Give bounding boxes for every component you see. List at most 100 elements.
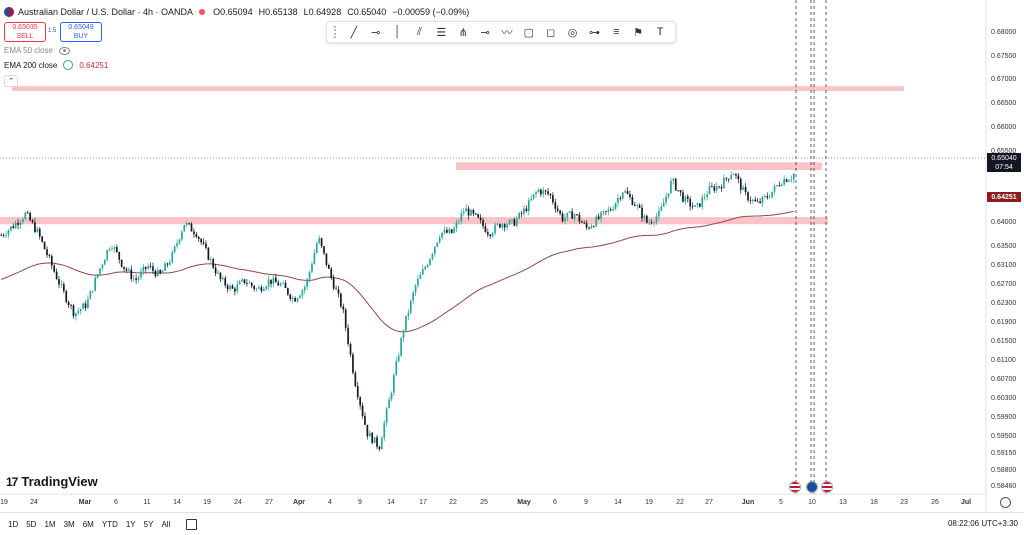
candle-body xyxy=(561,213,564,222)
calendar-icon[interactable] xyxy=(186,518,198,530)
buy-button[interactable]: 0.65049 BUY xyxy=(60,22,102,42)
fib-retracement-icon[interactable]: ☰ xyxy=(433,24,449,40)
drag-handle-icon[interactable] xyxy=(333,26,340,38)
symbol-title[interactable]: Australian Dollar / U.S. Dollar · 4h · O… xyxy=(18,7,193,17)
bottom-toolbar: 1D 5D 1M 3M 6M YTD 1Y 5Y All xyxy=(0,512,1024,535)
timeframe-ytd[interactable]: YTD xyxy=(102,520,118,529)
candle-body xyxy=(643,215,646,219)
candle-body xyxy=(549,193,552,196)
candle-body xyxy=(568,211,571,213)
vertical-line-icon[interactable]: │ xyxy=(390,24,406,40)
flag-icon[interactable]: ⚑ xyxy=(630,24,646,40)
settings-sliders-icon[interactable]: ≡ xyxy=(608,24,624,40)
ohlc-low: L0.64928 xyxy=(303,7,342,17)
candle-body xyxy=(771,191,773,198)
candle-body xyxy=(65,291,68,302)
candle-body xyxy=(82,303,84,310)
circle-icon[interactable]: ◎ xyxy=(565,24,581,40)
sell-price: 0.65035 xyxy=(12,24,38,31)
ema-50-legend[interactable]: EMA 50 close xyxy=(4,46,70,55)
candle-body xyxy=(229,285,231,290)
sell-button[interactable]: 0.65035 SELL xyxy=(4,22,46,42)
candle-body xyxy=(573,214,576,219)
candle-body xyxy=(24,212,27,220)
timeframe-6m[interactable]: 6M xyxy=(83,520,94,529)
timeframe-all[interactable]: All xyxy=(161,520,170,529)
rectangle-icon[interactable]: ▢ xyxy=(521,24,537,40)
visibility-icon[interactable] xyxy=(58,46,70,55)
candle-body xyxy=(101,264,104,269)
candle-body xyxy=(450,229,453,233)
candle-body xyxy=(272,277,275,284)
utc-clock[interactable]: 08:22:06 UTC+3:30 xyxy=(948,519,1018,528)
candle-body xyxy=(120,259,123,267)
candle-body xyxy=(552,195,554,203)
economic-event-us-icon-2[interactable] xyxy=(821,481,833,493)
candle-body xyxy=(330,268,333,278)
candle-body xyxy=(248,282,251,284)
candle-body xyxy=(46,249,48,256)
time-axis-label: 22 xyxy=(676,499,684,506)
text-icon[interactable]: T xyxy=(652,24,668,40)
drawing-toolbar: ╱ ⊸ │ ⫽ ☰ ⋔ ⊸ 〰 ▢ ◻ ◎ ⊶ ≡ ⚑ T xyxy=(326,21,676,43)
timeframe-1y[interactable]: 1Y xyxy=(126,520,136,529)
ema-200-legend[interactable]: EMA 200 close 0.64251 xyxy=(4,60,108,70)
candle-body xyxy=(214,267,217,274)
candle-body xyxy=(607,209,610,212)
candle-body xyxy=(749,200,752,201)
candle-body xyxy=(501,224,504,228)
candle-body xyxy=(496,223,499,225)
candle-body xyxy=(29,212,31,221)
timeframe-3m[interactable]: 3M xyxy=(64,520,75,529)
economic-event-au-icon[interactable] xyxy=(806,481,818,493)
candle-body xyxy=(115,247,118,252)
timeframe-5d[interactable]: 5D xyxy=(26,520,36,529)
aud-usd-flag-icon xyxy=(4,7,14,17)
candle-body xyxy=(113,247,116,249)
path-icon[interactable]: 〰 xyxy=(499,24,515,40)
time-axis-label: 14 xyxy=(387,499,395,506)
candle-body xyxy=(759,201,761,204)
candle-body xyxy=(629,193,631,197)
candle-body xyxy=(38,228,41,237)
gear-icon[interactable] xyxy=(1000,497,1011,508)
candle-body xyxy=(742,187,745,190)
candle-body xyxy=(318,238,321,244)
timeframe-1d[interactable]: 1D xyxy=(8,520,18,529)
candle-body xyxy=(140,271,142,278)
ellipse-icon[interactable]: ◻ xyxy=(543,24,559,40)
candle-body xyxy=(366,424,369,437)
trend-line-icon[interactable]: ╱ xyxy=(346,24,362,40)
candle-body xyxy=(166,263,169,265)
price-chart[interactable] xyxy=(0,0,1024,512)
long-position-icon[interactable]: ⊶ xyxy=(586,24,602,40)
ray-icon[interactable]: ⊸ xyxy=(477,24,493,40)
candle-body xyxy=(279,283,282,286)
horizontal-ray-icon[interactable]: ⊸ xyxy=(368,24,384,40)
collapse-legend-button[interactable]: ⌃ xyxy=(4,75,18,87)
timeframe-1m[interactable]: 1M xyxy=(44,520,55,529)
economic-event-us-icon[interactable] xyxy=(789,481,801,493)
candle-body xyxy=(380,438,383,450)
parallel-channel-icon[interactable]: ⫽ xyxy=(411,24,427,40)
candle-body xyxy=(494,224,496,234)
candle-body xyxy=(250,282,253,286)
candle-body xyxy=(103,259,106,265)
candle-body xyxy=(792,173,795,180)
candle-body xyxy=(653,222,655,224)
time-axis-label: 27 xyxy=(265,499,273,506)
candle-body xyxy=(205,243,207,248)
candle-body xyxy=(682,192,684,202)
candle-body xyxy=(737,175,740,180)
candle-body xyxy=(128,269,130,271)
candle-body xyxy=(523,208,525,214)
time-axis-label: 24 xyxy=(30,499,38,506)
candle-body xyxy=(766,195,769,198)
candle-body xyxy=(431,253,434,259)
price-axis-label: 0.61900 xyxy=(991,319,1017,327)
timeframe-5y[interactable]: 5Y xyxy=(144,520,154,529)
candle-body xyxy=(405,315,407,331)
candle-body xyxy=(274,277,277,283)
candle-body xyxy=(689,198,692,207)
pitchfork-icon[interactable]: ⋔ xyxy=(455,24,471,40)
